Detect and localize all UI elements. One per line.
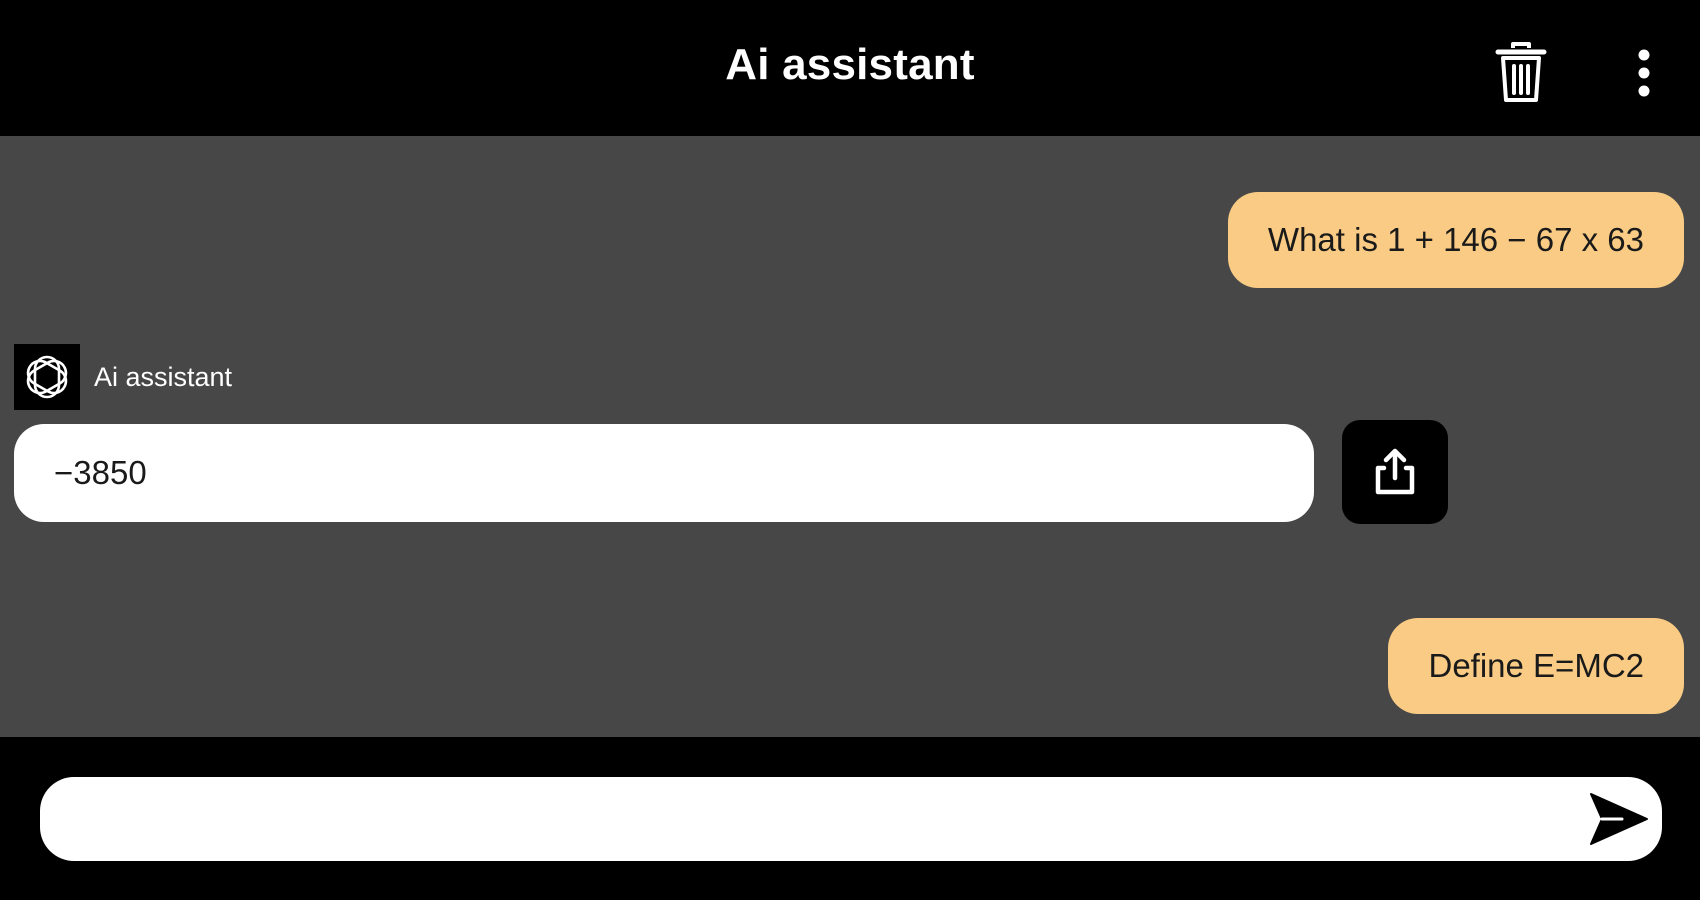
- message-input[interactable]: [40, 777, 1662, 861]
- clear-chat-button[interactable]: [1488, 36, 1554, 110]
- assistant-name: Ai assistant: [94, 361, 233, 392]
- share-icon: [1375, 448, 1415, 495]
- more-vertical-icon: [1638, 49, 1650, 97]
- share-button[interactable]: [1342, 420, 1448, 524]
- assistant-message: −3850: [14, 424, 1314, 522]
- app-header: Ai assistant: [0, 0, 1700, 136]
- user-message: What is 1 + 146 − 67 x 63: [1227, 192, 1684, 288]
- trash-icon: [1495, 42, 1547, 102]
- chat-app: Ai assistant What is 1 + 146 − 67 x 63 A…: [0, 0, 1700, 900]
- assistant-header: Ai assistant: [14, 344, 232, 410]
- send-button[interactable]: [1586, 789, 1652, 849]
- page-title: Ai assistant: [725, 40, 975, 89]
- openai-logo-icon: [26, 355, 68, 399]
- send-icon: [1590, 793, 1648, 845]
- avatar: [14, 344, 80, 410]
- message-composer: [0, 737, 1700, 900]
- chat-messages[interactable]: What is 1 + 146 − 67 x 63 Ai assistant −…: [0, 136, 1700, 737]
- user-message: Define E=MC2: [1388, 618, 1684, 714]
- more-options-button[interactable]: [1620, 36, 1668, 110]
